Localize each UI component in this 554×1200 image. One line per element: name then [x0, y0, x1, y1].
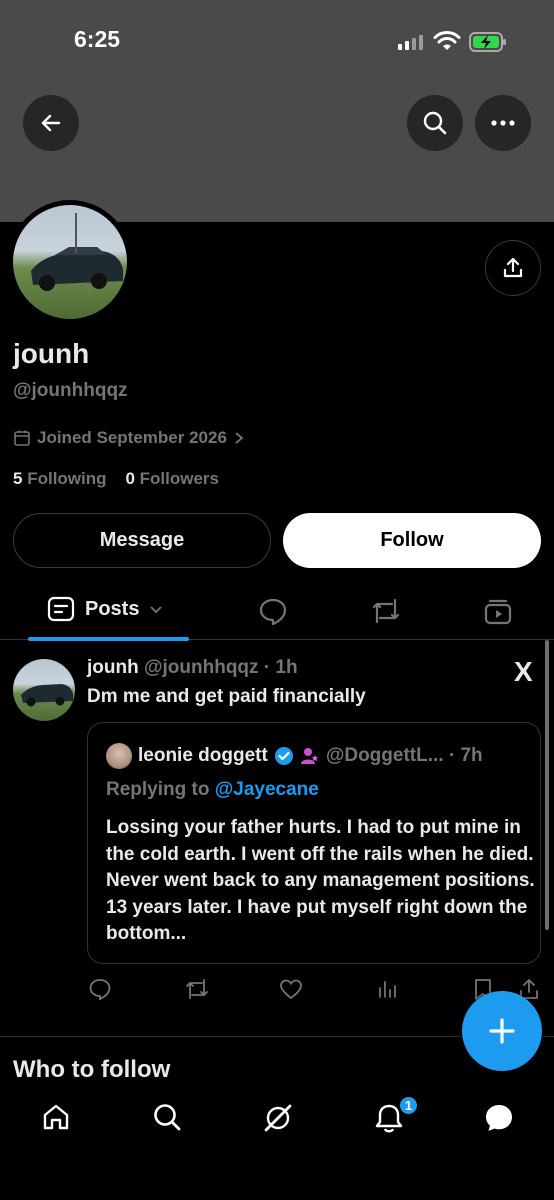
quoted-post-header: leonie doggett @DoggettL... · 7h [106, 743, 483, 769]
battery-icon [469, 32, 506, 52]
who-to-follow-heading: Who to follow [13, 1056, 171, 1083]
affiliate-icon [300, 748, 318, 764]
notifications-badge: 1 [398, 1095, 419, 1116]
search-button[interactable] [407, 95, 463, 151]
avatar-image [13, 205, 127, 319]
profile-tabs: Posts [0, 584, 554, 641]
quoted-author-name: leonie doggett [138, 745, 268, 766]
post-author-handle[interactable]: @jounhhqqz · 1h [144, 657, 298, 678]
search-nav-icon[interactable] [152, 1102, 182, 1132]
posts-icon [47, 596, 75, 622]
post-author-avatar[interactable] [13, 659, 75, 721]
scrollbar[interactable] [545, 640, 549, 930]
back-arrow-icon [41, 114, 61, 132]
chevron-right-icon [235, 432, 244, 444]
more-icon [491, 120, 515, 126]
follow-counts: 5 Following 0 Followers [13, 469, 219, 489]
views-icon[interactable] [375, 977, 399, 1001]
x-logo-icon: X [514, 656, 533, 687]
replies-icon[interactable] [258, 596, 288, 626]
search-icon [423, 111, 447, 135]
compose-post-button[interactable] [462, 991, 542, 1071]
reposts-icon[interactable] [370, 596, 402, 626]
messages-icon[interactable] [483, 1102, 515, 1134]
tab-posts[interactable]: Posts [47, 596, 163, 622]
quoted-post[interactable]: leonie doggett @DoggettL... · 7h Replyin… [87, 722, 541, 964]
follow-button[interactable]: Follow [283, 513, 541, 568]
quoted-post-text: Lossing your father hurts. I had to put … [106, 817, 535, 944]
plus-icon [489, 1018, 515, 1044]
post-text: Dm me and get paid financially [87, 686, 366, 707]
like-icon[interactable] [279, 977, 303, 1001]
reply-icon[interactable] [88, 977, 112, 1001]
active-tab-indicator [28, 637, 189, 641]
post-author-name[interactable]: jounh [87, 657, 139, 678]
wifi-icon [433, 31, 461, 50]
status-time: 6:25 [74, 26, 121, 52]
grok-icon[interactable] [262, 1102, 294, 1134]
following-link[interactable]: 5 Following [13, 469, 107, 488]
replying-to-link[interactable]: @Jayecane [215, 779, 319, 800]
post-actions [0, 977, 554, 1005]
repost-icon[interactable] [184, 977, 210, 1001]
cellular-signal-icon [398, 35, 423, 50]
profile-name: jounh [13, 338, 90, 369]
chevron-down-icon [150, 606, 163, 614]
quoted-author-avatar [106, 743, 132, 769]
share-icon [503, 257, 523, 278]
home-icon[interactable] [41, 1102, 71, 1132]
followers-link[interactable]: 0 Followers [125, 469, 219, 488]
media-icon[interactable] [483, 596, 513, 626]
profile-handle: @jounhhqqz [13, 380, 128, 401]
message-button[interactable]: Message [13, 513, 271, 568]
post-header: jounh @jounhhqqz · 1h [87, 657, 298, 679]
more-button[interactable] [475, 95, 531, 151]
joined-label: Joined September 2026 [37, 428, 227, 447]
verified-icon [274, 747, 293, 765]
replying-to: Replying to @Jayecane [106, 779, 319, 800]
profile-avatar[interactable] [8, 200, 132, 324]
joined-date[interactable]: Joined September 2026 [13, 428, 245, 448]
quoted-author-handle: @DoggettL... · 7h [325, 745, 483, 766]
bottom-navigation: 1 [0, 1090, 554, 1200]
status-bar: 6:25 [0, 26, 554, 58]
back-button[interactable] [23, 95, 79, 151]
tab-posts-label: Posts [85, 597, 140, 620]
share-button[interactable] [485, 240, 541, 296]
calendar-icon [14, 430, 30, 446]
